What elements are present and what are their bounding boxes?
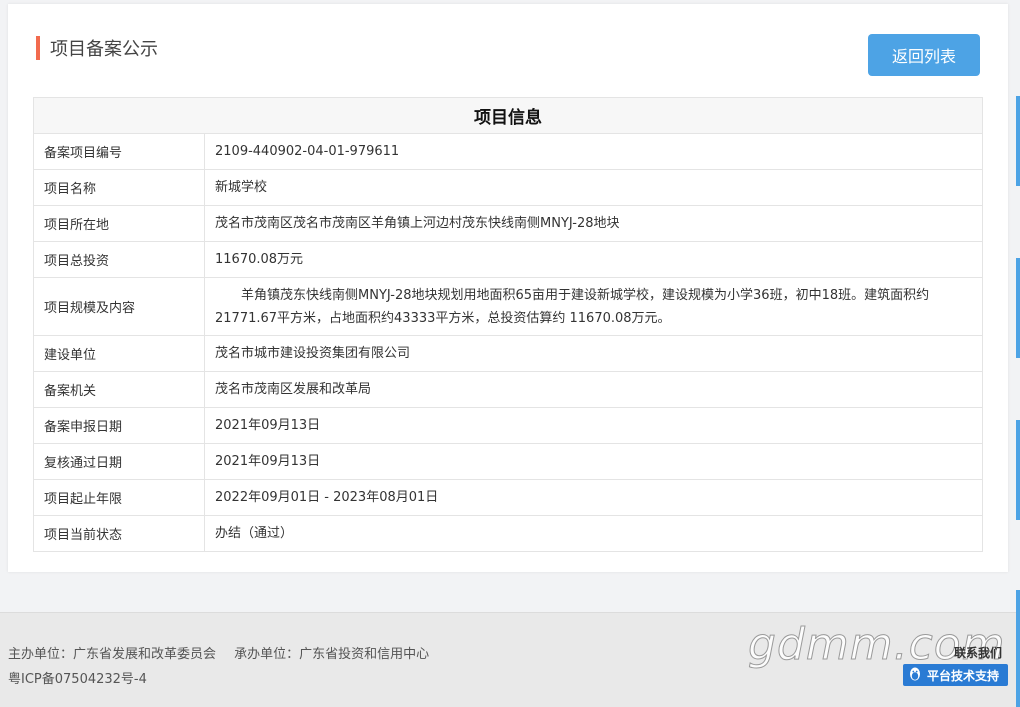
row-label-period: 项目起止年限: [33, 479, 205, 516]
table-row: 建设单位 茂名市城市建设投资集团有限公司: [33, 335, 983, 372]
footer-sponsor: 主办单位：广东省发展和改革委员会: [8, 647, 217, 662]
table-row: 备案申报日期 2021年09月13日: [33, 407, 983, 444]
row-value-record-no: 2109-440902-04-01-979611: [204, 133, 983, 170]
row-label-scale: 项目规模及内容: [33, 277, 205, 336]
row-label-apply-date: 备案申报日期: [33, 407, 205, 444]
title-accent-bar: [36, 36, 40, 60]
table-row: 项目所在地 茂名市茂南区茂名市茂南区羊角镇上河边村茂东快线南侧MNYJ-28地块: [33, 205, 983, 242]
site-footer: 主办单位：广东省发展和改革委员会 承办单位：广东省投资和信用中心 粤ICP备07…: [0, 612, 1020, 707]
row-label-location: 项目所在地: [33, 205, 205, 242]
side-tab[interactable]: [1016, 96, 1020, 186]
row-value-scale: 羊角镇茂东快线南侧MNYJ-28地块规划用地面积65亩用于建设新城学校，建设规模…: [204, 277, 983, 336]
table-row: 项目规模及内容 羊角镇茂东快线南侧MNYJ-28地块规划用地面积65亩用于建设新…: [33, 277, 983, 336]
footer-organizer: 承办单位：广东省投资和信用中心: [234, 647, 430, 662]
row-label-investment: 项目总投资: [33, 241, 205, 278]
row-value-investment: 11670.08万元: [204, 241, 983, 278]
row-value-project-name: 新城学校: [204, 169, 983, 206]
table-row: 备案机关 茂名市茂南区发展和改革局: [33, 371, 983, 408]
table-row: 备案项目编号 2109-440902-04-01-979611: [33, 133, 983, 170]
table-row: 项目起止年限 2022年09月01日 - 2023年08月01日: [33, 479, 983, 516]
footer-icp: 粤ICP备07504232号-4: [8, 672, 147, 687]
tech-support-label: 平台技术支持: [927, 668, 1000, 683]
row-value-period: 2022年09月01日 - 2023年08月01日: [204, 479, 983, 516]
page-title-bar: 项目备案公示: [36, 34, 158, 62]
table-row: 项目名称 新城学校: [33, 169, 983, 206]
side-tab[interactable]: [1016, 258, 1020, 358]
row-label-record-no: 备案项目编号: [33, 133, 205, 170]
row-label-authority: 备案机关: [33, 371, 205, 408]
project-card: 项目备案公示 返回列表 项目信息 备案项目编号 2109-440902-04-0…: [8, 4, 1008, 572]
back-to-list-button[interactable]: 返回列表: [868, 34, 980, 76]
footer-organizers: 主办单位：广东省发展和改革委员会 承办单位：广东省投资和信用中心: [8, 643, 443, 662]
side-tab[interactable]: [1016, 420, 1020, 520]
project-info-table: 项目信息 备案项目编号 2109-440902-04-01-979611 项目名…: [33, 97, 983, 552]
row-value-builder: 茂名市城市建设投资集团有限公司: [204, 335, 983, 372]
table-heading: 项目信息: [33, 97, 983, 134]
row-label-status: 项目当前状态: [33, 515, 205, 552]
row-value-location: 茂名市茂南区茂名市茂南区羊角镇上河边村茂东快线南侧MNYJ-28地块: [204, 205, 983, 242]
tech-support-button[interactable]: 平台技术支持: [903, 664, 1008, 686]
side-tab[interactable]: [1016, 590, 1020, 707]
contact-us-link[interactable]: 联系我们: [954, 644, 1002, 661]
page-title: 项目备案公示: [50, 39, 158, 60]
table-row: 项目总投资 11670.08万元: [33, 241, 983, 278]
row-value-review-date: 2021年09月13日: [204, 443, 983, 480]
row-label-builder: 建设单位: [33, 335, 205, 372]
row-value-status: 办结（通过）: [204, 515, 983, 552]
table-row: 项目当前状态 办结（通过）: [33, 515, 983, 552]
row-value-apply-date: 2021年09月13日: [204, 407, 983, 444]
table-row: 复核通过日期 2021年09月13日: [33, 443, 983, 480]
row-value-authority: 茂名市茂南区发展和改革局: [204, 371, 983, 408]
qq-penguin-icon: [907, 666, 927, 685]
row-label-project-name: 项目名称: [33, 169, 205, 206]
row-label-review-date: 复核通过日期: [33, 443, 205, 480]
